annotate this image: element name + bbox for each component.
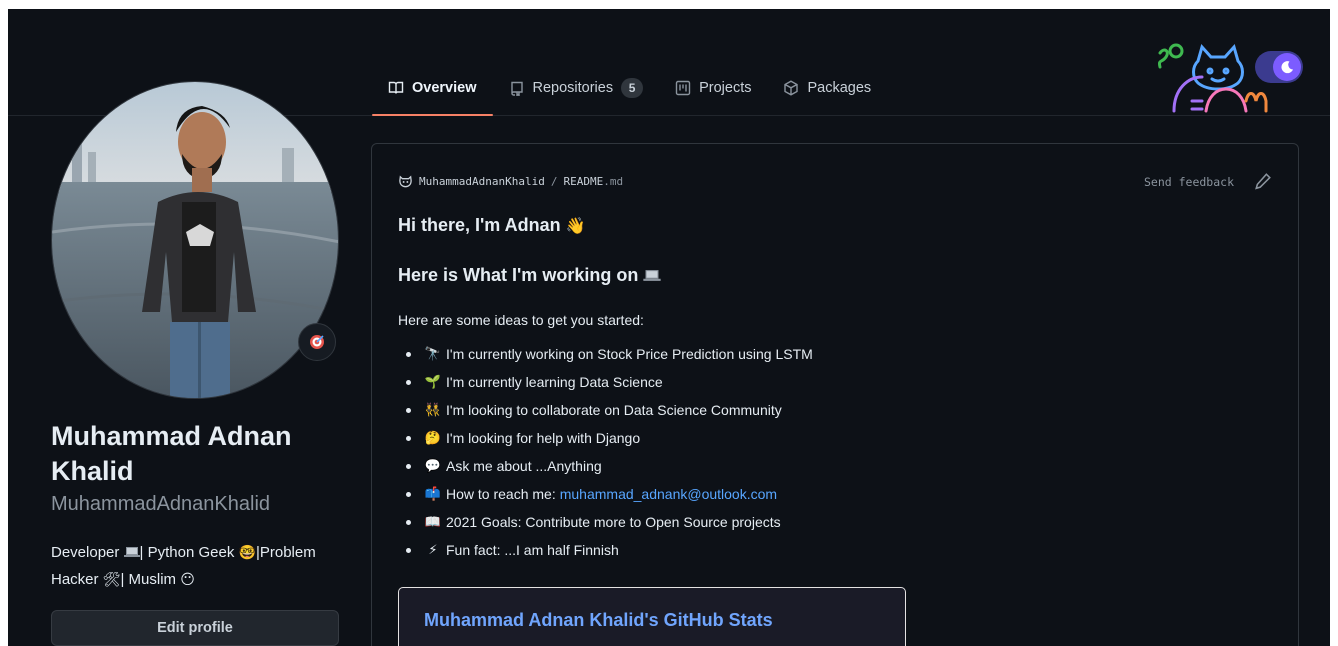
set-status-button[interactable] — [298, 323, 336, 361]
theme-toggle[interactable] — [1255, 51, 1303, 83]
list-item: 🌱 I'm currently learning Data Science — [406, 368, 813, 396]
thinking-face-icon: 🤔 — [424, 430, 442, 445]
octocat-icon — [399, 175, 412, 188]
tab-projects-label: Projects — [699, 80, 752, 96]
email-link[interactable]: muhammad_adnank@outlook.com — [560, 486, 777, 502]
repositories-count-badge: 5 — [621, 78, 644, 98]
path-separator: / — [550, 175, 558, 188]
list-item: ⚡ Fun fact: ...I am half Finnish — [406, 536, 813, 564]
bio-part: | Muslim — [120, 571, 177, 588]
list-item: 📫 How to reach me: muhammad_adnank@outlook… — [406, 480, 813, 508]
book-icon — [388, 81, 404, 94]
profile-tabs: Overview Repositories 5 Projects Package… — [372, 71, 887, 116]
project-icon — [675, 80, 691, 96]
laptop-icon — [123, 547, 140, 557]
github-stats-card: Muhammad Adnan Khalid's GitHub Stats — [398, 587, 906, 646]
readme-heading-greeting: Hi there, I'm Adnan 👋 — [398, 215, 586, 235]
readme-intro: Here are some ideas to get you started: — [398, 312, 644, 328]
readme-owner-link[interactable]: MuhammadAdnanKhalid — [419, 175, 545, 188]
face-icon: 😶 — [180, 571, 195, 587]
moon-icon — [1273, 53, 1301, 81]
readme-heading-working: Here is What I'm working on — [398, 265, 661, 286]
readme-file-link[interactable]: README.md — [563, 175, 623, 188]
profile-page: Overview Repositories 5 Projects Package… — [8, 9, 1330, 646]
octocat-doodle-icon — [1158, 43, 1268, 113]
tab-projects[interactable]: Projects — [659, 71, 767, 105]
seedling-icon: 🌱 — [424, 374, 442, 389]
avatar-photo — [52, 82, 338, 398]
package-icon — [784, 80, 799, 96]
mailbox-icon: 📫 — [424, 486, 442, 501]
profile-name: Muhammad Adnan Khalid — [51, 421, 292, 486]
readme-card: MuhammadAdnanKhalid / README.md Send fee… — [371, 143, 1299, 646]
tools-icon: 🛠 — [102, 571, 121, 587]
waving-hand-icon: 👋 — [565, 218, 586, 235]
lightning-icon: ⚡ — [428, 542, 438, 557]
list-item: 🤔 I'm looking for help with Django — [406, 424, 813, 452]
nerd-face-icon: 🤓 — [238, 544, 256, 560]
list-item: 👯 I'm looking to collaborate on Data Scie… — [406, 396, 813, 424]
book-open-icon: 📖 — [424, 514, 442, 529]
readme-path: MuhammadAdnanKhalid / README.md — [398, 174, 623, 189]
readme-list: 🔭 I'm currently working on Stock Price Pr… — [406, 340, 813, 564]
profile-username: MuhammadAdnanKhalid — [51, 493, 271, 515]
laptop-icon — [643, 270, 661, 281]
repo-icon — [510, 81, 523, 96]
list-item: 📖 2021 Goals: Contribute more to Open Sou… — [406, 508, 813, 536]
target-icon — [310, 335, 324, 349]
tab-repositories-label: Repositories — [532, 80, 614, 96]
edit-profile-button[interactable]: Edit profile — [51, 610, 339, 646]
list-item: 🔭 I'm currently working on Stock Price Pr… — [406, 340, 813, 368]
list-item: 💬 Ask me about ...Anything — [406, 452, 813, 480]
bio-part: Developer — [51, 544, 120, 561]
bio-part: | Python Geek — [139, 544, 235, 561]
avatar[interactable] — [51, 81, 339, 399]
tab-overview-label: Overview — [412, 80, 477, 96]
profile-bio: Developer | Python Geek 🤓|Problem Hacker… — [51, 539, 351, 593]
tab-packages-label: Packages — [807, 80, 872, 96]
people-icon: 👯 — [424, 402, 442, 417]
tab-repositories[interactable]: Repositories 5 — [493, 71, 660, 105]
send-feedback-link[interactable]: Send feedback — [1144, 175, 1234, 189]
tab-overview[interactable]: Overview — [372, 71, 493, 116]
github-stats-title: Muhammad Adnan Khalid's GitHub Stats — [424, 610, 773, 630]
tab-packages[interactable]: Packages — [767, 71, 887, 105]
pencil-icon[interactable] — [1254, 172, 1272, 190]
telescope-icon: 🔭 — [424, 346, 442, 361]
speech-bubble-icon: 💬 — [424, 458, 442, 473]
